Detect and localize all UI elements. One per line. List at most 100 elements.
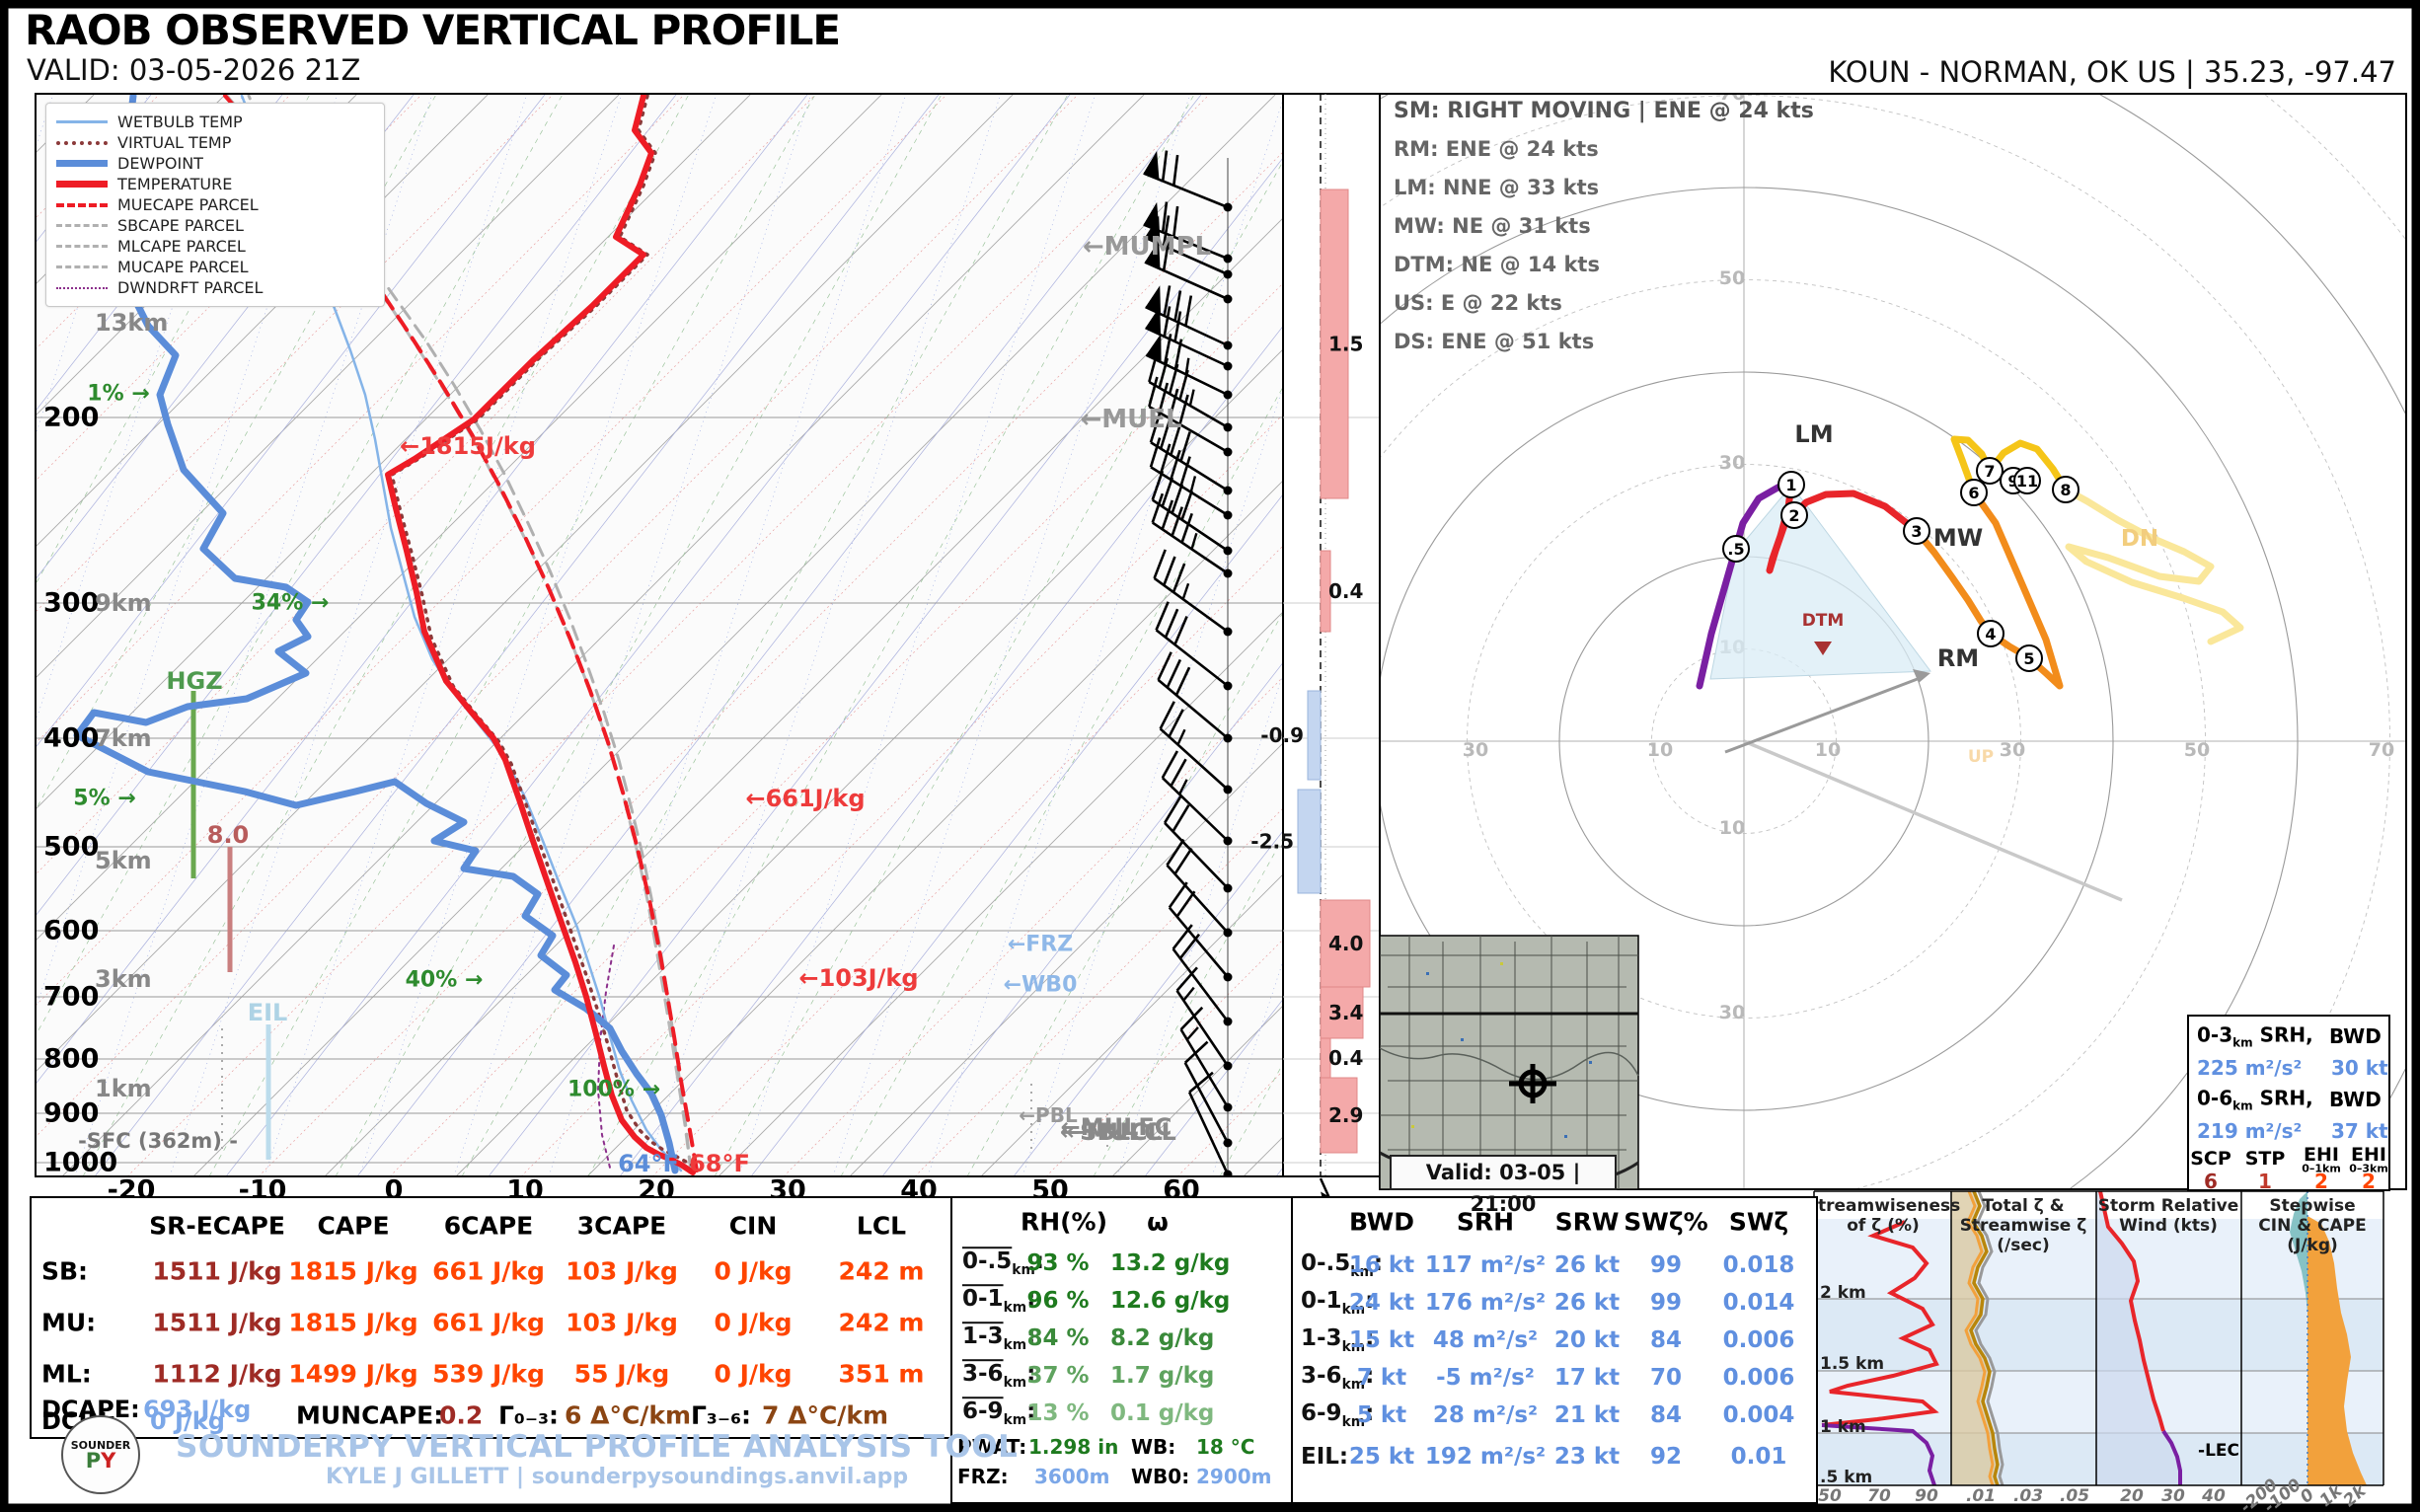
thermo-value: 1815 J/kg xyxy=(288,1308,418,1337)
pressure-label-900: 900 xyxy=(43,1097,100,1129)
stp-value: 1 xyxy=(2258,1170,2272,1193)
legend-item-label: TEMPERATURE xyxy=(117,175,233,193)
panel-height-label: 1 km xyxy=(1820,1417,1866,1437)
panel-3-title: Wind (kts) xyxy=(2119,1216,2218,1236)
frz-value: 3600m xyxy=(1034,1465,1110,1488)
svg-text:.5: .5 xyxy=(1727,540,1744,559)
panel-2-title: (/sec) xyxy=(1997,1236,2050,1255)
omega-bar-value: 2.9 xyxy=(1328,1103,1363,1127)
wb0-label: WB0: xyxy=(1131,1465,1190,1488)
height-label-7km: 7km xyxy=(95,724,152,752)
annotation: 68°F xyxy=(689,1150,750,1177)
rh-row-label: 3-6km: xyxy=(962,1361,1036,1391)
kin-row-label: EIL: xyxy=(1301,1444,1349,1470)
rh-header: RH(%) xyxy=(1020,1207,1108,1237)
svg-text:5: 5 xyxy=(2023,649,2034,668)
hodo-label-up: UP xyxy=(1968,747,1994,767)
thermo-header-SR-ECAPE: SR-ECAPE xyxy=(149,1211,285,1241)
pressure-label-800: 800 xyxy=(43,1043,100,1075)
rh-value: 96 % xyxy=(1026,1288,1090,1314)
svg-text:4: 4 xyxy=(1985,625,1996,643)
annotation: ←MUEL xyxy=(1080,405,1182,434)
kin-swz-pct: 99 xyxy=(1649,1252,1683,1278)
annotation: 5% → xyxy=(73,786,136,811)
kin-srw: 20 kt xyxy=(1553,1327,1621,1353)
footer-tool-name: SOUNDERPY VERTICAL PROFILE ANALYSIS TOOL xyxy=(176,1429,1019,1465)
legend-line-sample xyxy=(56,224,108,227)
annotation: 34% → xyxy=(251,590,330,616)
svg-text:70: 70 xyxy=(2369,739,2394,761)
kin-srh: 28 m²/s² xyxy=(1432,1402,1539,1428)
thermo-row-label: SB: xyxy=(41,1256,89,1286)
kin-srw: 23 kt xyxy=(1553,1444,1621,1470)
footer-credit: KYLE J GILLETT | sounderpysoundings.anvi… xyxy=(326,1465,909,1489)
thermo-value: 1511 J/kg xyxy=(152,1308,282,1337)
annotation: ←661J/kg xyxy=(745,785,866,812)
svg-text:2: 2 xyxy=(1788,506,1799,525)
omega-bar-value: 0.4 xyxy=(1328,1046,1363,1070)
panel-3-tick: 30 xyxy=(2161,1486,2185,1506)
svg-text:30: 30 xyxy=(1463,739,1488,761)
kin-header-0: BWD xyxy=(1348,1207,1415,1237)
legend-item-label: MUECAPE PARCEL xyxy=(117,195,259,214)
svg-text:30: 30 xyxy=(1719,452,1745,474)
thermo-value: 0 J/kg xyxy=(714,1359,793,1389)
omega-bar-value: -2.5 xyxy=(1250,830,1294,854)
thermo-value: 351 m xyxy=(838,1359,925,1389)
svg-text:1: 1 xyxy=(1785,476,1796,494)
panel-1-tick: 70 xyxy=(1867,1486,1891,1506)
thermo-value: 1511 J/kg xyxy=(152,1256,282,1286)
kin-header-3: SWζ% xyxy=(1624,1207,1708,1237)
kin-swz: 0.018 xyxy=(1722,1252,1795,1278)
wb0-value: 2900m xyxy=(1196,1465,1272,1488)
panel-2-title: Streamwise ζ xyxy=(1959,1216,2087,1236)
panel-2-tick: .03 xyxy=(2012,1486,2044,1506)
kin-swz-pct: 99 xyxy=(1649,1290,1683,1316)
wb-label: WB: xyxy=(1131,1435,1176,1459)
panel-height-label: 2 km xyxy=(1820,1283,1866,1303)
mixing-ratio-value: 1.7 g/kg xyxy=(1110,1363,1215,1389)
mixing-ratio-value: 8.2 g/kg xyxy=(1110,1325,1215,1351)
panel-height-label: .5 km xyxy=(1820,1468,1873,1487)
frz-label: FRZ: xyxy=(957,1465,1009,1488)
rh-value: 13 % xyxy=(1026,1400,1090,1426)
legend-item: WETBULB TEMP xyxy=(56,112,374,132)
omega-bar xyxy=(1307,690,1322,781)
kin-header-2: SRW xyxy=(1554,1207,1620,1237)
thermo-value: 103 J/kg xyxy=(566,1308,678,1337)
rh-value: 84 % xyxy=(1026,1325,1090,1351)
hodo-label-rm: RM xyxy=(1937,644,1979,672)
thermo-row-label: ML: xyxy=(41,1359,92,1389)
annotation: 64°F xyxy=(618,1150,679,1177)
bwd6-value: 37 kt xyxy=(2331,1119,2388,1143)
map-inset xyxy=(1379,935,1639,1190)
srh3-value: 225 m²/s² xyxy=(2197,1056,2303,1080)
hodo-label-dtm: DTM xyxy=(1802,611,1845,631)
panel-3-tick: 40 xyxy=(2202,1486,2226,1506)
legend-line-sample xyxy=(56,181,108,188)
mixing-ratio-value: 13.2 g/kg xyxy=(1110,1250,1231,1276)
kin-swz-pct: 84 xyxy=(1649,1327,1683,1353)
kin-srh: 192 m²/s² xyxy=(1424,1444,1547,1470)
legend-item: MLCAPE PARCEL xyxy=(56,236,374,257)
annotation: ←1815J/kg xyxy=(400,432,536,460)
gamma03-value: 6 Δ°C/km xyxy=(565,1400,692,1430)
svg-text:8: 8 xyxy=(2060,481,2071,499)
lec-annotation: -LEC xyxy=(2198,1441,2239,1461)
panel-1-title: Streamwiseness xyxy=(1805,1196,1961,1216)
kin-bwd: 25 kt xyxy=(1348,1444,1415,1470)
omega-bar-value: 0.4 xyxy=(1328,579,1363,603)
pwat-value: 1.298 in xyxy=(1028,1435,1119,1459)
annotation: 40% → xyxy=(405,967,484,993)
svg-text:6: 6 xyxy=(1968,484,1979,502)
scp-label: SCP xyxy=(2190,1148,2231,1170)
stp-label: STP xyxy=(2244,1148,2286,1170)
kin-swz: 0.014 xyxy=(1722,1290,1795,1316)
kin-swz-pct: 92 xyxy=(1649,1444,1683,1470)
legend-item-label: DWNDRFT PARCEL xyxy=(117,278,264,297)
legend-item-label: MUCAPE PARCEL xyxy=(117,258,249,276)
pressure-label-600: 600 xyxy=(43,915,100,946)
srh6-label: 0-6km SRH, xyxy=(2197,1086,2313,1113)
annotation: -SFC (362m) - xyxy=(78,1129,238,1153)
thermo-value: 0 J/kg xyxy=(714,1308,793,1337)
